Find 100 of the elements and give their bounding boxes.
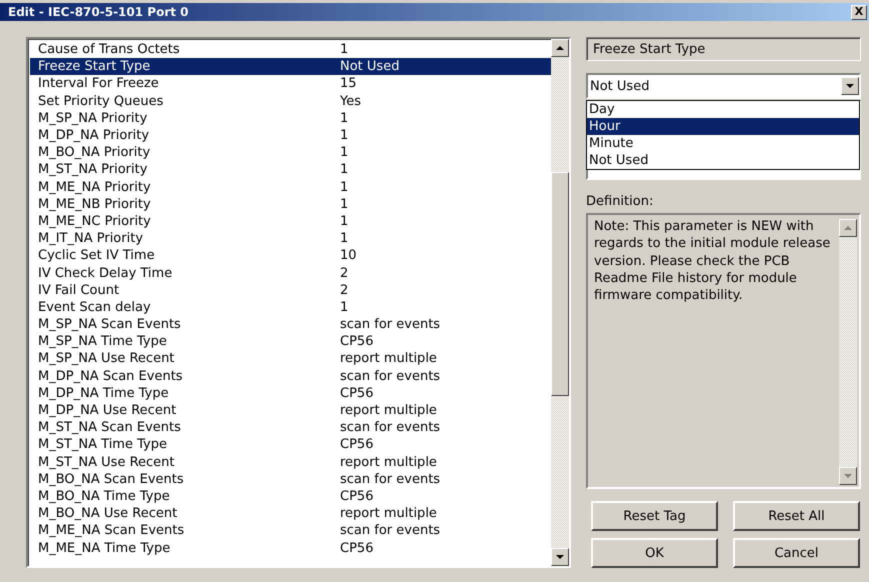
parameter-name: M_ME_NB Priority	[37, 196, 152, 212]
parameter-name: M_IT_NA Priority	[37, 231, 144, 246]
down-arrow-icon	[556, 555, 564, 559]
dialog-button[interactable]: Cancel	[733, 538, 860, 568]
parameter-row[interactable]: M_SP_NA Scan Events scan for events	[30, 316, 551, 334]
parameter-value: 1	[340, 128, 348, 144]
parameter-value: 15	[340, 76, 357, 92]
parameter-name: Cause of Trans Octets	[37, 42, 181, 58]
parameter-value: report multiple	[340, 506, 437, 522]
parameter-row[interactable]: M_ME_NA Scan Events scan for events	[30, 522, 551, 540]
scroll-down-button[interactable]	[551, 548, 569, 566]
parameter-value: scan for events	[340, 368, 440, 384]
parameter-row[interactable]: M_DP_NA Time Type CP56	[30, 384, 551, 402]
parameter-value: CP56	[340, 488, 374, 504]
parameter-row[interactable]: Set Priority Queues Yes	[30, 92, 551, 110]
window-title: Edit - IEC-870-5-101 Port 0	[8, 5, 189, 19]
parameter-row[interactable]: M_ST_NA Use Recent report multiple	[30, 454, 551, 471]
parameter-value: Not Used	[340, 59, 400, 74]
dropdown-button[interactable]	[841, 77, 859, 95]
parameter-name: Interval For Freeze	[37, 76, 160, 92]
parameter-row[interactable]: Interval For Freeze 15	[30, 75, 551, 93]
parameter-row[interactable]: M_SP_NA Use Recent report multiple	[30, 350, 551, 368]
parameter-value: Yes	[340, 94, 361, 109]
parameter-row[interactable]: M_DP_NA Use Recent report multiple	[30, 402, 551, 420]
parameter-row[interactable]: M_ST_NA Priority 1	[30, 161, 551, 178]
parameter-name: M_BO_NA Priority	[37, 145, 152, 160]
parameter-value: 2	[340, 282, 348, 298]
parameter-name: M_ME_NA Priority	[37, 180, 152, 195]
parameter-name: M_BO_NA Use Recent	[37, 506, 178, 522]
parameter-row[interactable]: M_BO_NA Time Type CP56	[30, 488, 551, 506]
parameter-row[interactable]: M_ME_NA Time Type CP56	[30, 539, 551, 557]
parameter-value: scan for events	[340, 420, 440, 436]
parameter-row[interactable]: M_ST_NA Time Type CP56	[30, 436, 551, 454]
parameter-value: CP56	[340, 334, 374, 350]
parameter-name: IV Fail Count	[37, 282, 120, 298]
parameter-row[interactable]: IV Check Delay Time 2	[30, 264, 551, 282]
parameter-row[interactable]: M_ME_NB Priority 1	[30, 196, 551, 213]
parameter-row[interactable]: M_SP_NA Time Type CP56	[30, 333, 551, 350]
parameter-value: 2	[340, 266, 348, 281]
parameter-name: M_ST_NA Scan Events	[37, 420, 182, 436]
up-arrow-icon	[844, 226, 852, 230]
parameter-name: M_ST_NA Priority	[37, 162, 148, 178]
parameter-name: M_ME_NA Scan Events	[37, 523, 186, 538]
value-dropdown[interactable]: Not Used	[586, 73, 861, 99]
scroll-up-button[interactable]	[551, 39, 569, 57]
dialog-button[interactable]: Reset Tag	[591, 501, 718, 531]
parameter-name: M_DP_NA Use Recent	[37, 403, 178, 418]
scroll-down-button[interactable]	[839, 467, 857, 485]
parameter-value: 1	[340, 110, 348, 126]
parameter-name: Cyclic Set IV Time	[37, 248, 156, 264]
parameter-value: 10	[340, 248, 357, 264]
parameter-row[interactable]: M_ME_NA Priority 1	[30, 178, 551, 196]
parameter-row[interactable]: Event Scan delay 1	[30, 298, 551, 316]
dropdown-option[interactable]: Hour	[587, 118, 859, 135]
parameter-name: M_BO_NA Time Type	[37, 488, 171, 504]
parameter-value: 1	[340, 162, 348, 178]
parameter-value: 1	[340, 231, 348, 246]
parameter-row[interactable]: Cyclic Set IV Time 10	[30, 247, 551, 264]
parameter-row[interactable]: IV Fail Count 2	[30, 282, 551, 299]
parameter-row[interactable]: M_BO_NA Scan Events scan for events	[30, 470, 551, 488]
scroll-up-button[interactable]	[839, 219, 857, 237]
scrollbar[interactable]	[839, 219, 857, 485]
parameter-row[interactable]: M_BO_NA Use Recent report multiple	[30, 505, 551, 522]
parameter-value: scan for events	[340, 523, 440, 538]
parameter-name: M_ME_NC Priority	[37, 214, 152, 229]
parameter-name: M_SP_NA Scan Events	[37, 317, 182, 332]
parameter-value: 1	[340, 196, 348, 212]
dialog-button[interactable]: Reset All	[733, 501, 860, 531]
parameter-value: scan for events	[340, 472, 440, 487]
close-button[interactable]: X	[851, 4, 867, 20]
parameter-value: CP56	[340, 437, 374, 452]
parameter-name: Freeze Start Type	[37, 59, 152, 74]
parameter-row[interactable]: M_DP_NA Scan Events scan for events	[30, 368, 551, 385]
parameter-row[interactable]: Freeze Start Type Not Used	[30, 58, 551, 76]
parameter-title: Freeze Start Type	[586, 37, 861, 61]
parameter-row[interactable]: M_ME_NC Priority 1	[30, 212, 551, 230]
scrollbar[interactable]	[551, 39, 569, 566]
scroll-thumb[interactable]	[551, 172, 569, 396]
parameter-value: report multiple	[340, 351, 437, 366]
dropdown-value: Not Used	[590, 78, 650, 94]
down-arrow-icon	[844, 474, 852, 478]
parameter-value: 1	[340, 145, 348, 160]
parameter-value: scan for events	[340, 317, 440, 332]
parameter-row[interactable]: M_BO_NA Priority 1	[30, 144, 551, 162]
parameter-name: M_SP_NA Use Recent	[37, 351, 176, 366]
parameter-name: M_ST_NA Use Recent	[37, 454, 176, 470]
parameter-row[interactable]: Cause of Trans Octets 1	[30, 41, 551, 58]
definition-text: Note: This parameter is NEW with regards to the initial module release version. Please check the PCB Readme File history for module firmware compatibility.	[593, 218, 832, 306]
parameter-name: IV Check Delay Time	[37, 266, 174, 281]
parameter-name: M_SP_NA Time Type	[37, 334, 168, 350]
parameter-row[interactable]: M_IT_NA Priority 1	[30, 230, 551, 248]
parameter-value: 1	[340, 300, 348, 315]
parameter-row[interactable]: M_DP_NA Priority 1	[30, 126, 551, 144]
parameter-row[interactable]: M_ST_NA Scan Events scan for events	[30, 419, 551, 436]
dialog-button[interactable]: OK	[591, 538, 718, 568]
parameter-name: M_ME_NA Time Type	[37, 540, 172, 556]
parameter-name: M_ST_NA Time Type	[37, 437, 168, 452]
parameter-name: M_DP_NA Priority	[37, 128, 150, 144]
parameter-value: 1	[340, 42, 348, 58]
parameter-row[interactable]: M_SP_NA Priority 1	[30, 110, 551, 127]
